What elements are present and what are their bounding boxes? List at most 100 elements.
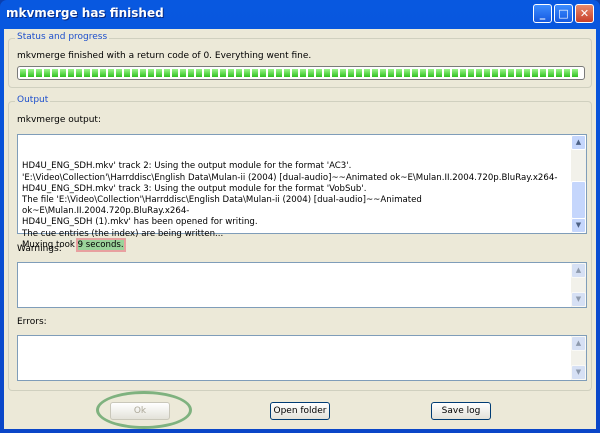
progress-segment (356, 69, 362, 77)
progress-segment (108, 69, 114, 77)
progress-segment (132, 69, 138, 77)
progress-segment (116, 69, 122, 77)
status-message: mkvmerge finished with a return code of … (17, 51, 312, 61)
progress-segment (308, 69, 314, 77)
progress-segment (476, 69, 482, 77)
save-log-button[interactable]: Save log (431, 402, 491, 420)
status-group: Status and progress mkvmerge finished wi… (8, 32, 592, 88)
progress-segment (572, 69, 578, 77)
progress-segment (364, 69, 370, 77)
progress-segment (68, 69, 74, 77)
progress-segment (548, 69, 554, 77)
highlighted-duration: 9 seconds. (77, 239, 124, 250)
dialog-window: mkvmerge has finished _ □ ✕ Status and p… (0, 0, 600, 433)
progress-segment (244, 69, 250, 77)
progress-segment (84, 69, 90, 77)
warnings-label: Warnings: (17, 244, 62, 254)
progress-segment (412, 69, 418, 77)
progress-segment (460, 69, 466, 77)
progress-segment (276, 69, 282, 77)
output-textarea[interactable]: HD4U_ENG_SDH.mkv' track 2: Using the out… (17, 134, 587, 250)
progress-segment (492, 69, 498, 77)
progress-segment (268, 69, 274, 77)
progress-segment (372, 69, 378, 77)
progress-segment (420, 69, 426, 77)
progress-segment (60, 69, 66, 77)
progress-segment (516, 69, 522, 77)
progress-segment (20, 69, 26, 77)
progress-segment (76, 69, 82, 77)
progress-segment (124, 69, 130, 77)
output-line: HD4U_ENG_SDH (1).mkv' has been opened fo… (22, 217, 258, 228)
output-group: Output mkvmerge output: HD4U_ENG_SDH.mkv… (8, 95, 592, 391)
close-button[interactable]: ✕ (575, 4, 594, 23)
maximize-button[interactable]: □ (554, 4, 573, 23)
progress-segment (36, 69, 42, 77)
output-line: HD4U_ENG_SDH.mkv' track 2: Using the out… (22, 161, 352, 172)
scroll-down-button[interactable]: ▼ (571, 218, 586, 233)
output-scrollbar[interactable]: ▲ ▼ (571, 135, 586, 233)
progress-segment (252, 69, 258, 77)
progress-segment (100, 69, 106, 77)
progress-segment (148, 69, 154, 77)
progress-segment (532, 69, 538, 77)
progress-segment (220, 69, 226, 77)
scroll-thumb[interactable] (571, 181, 586, 219)
progress-segment (52, 69, 58, 77)
scroll-up-button[interactable]: ▲ (571, 135, 586, 150)
errors-label: Errors: (17, 317, 47, 327)
progress-segment (380, 69, 386, 77)
errors-textarea[interactable]: ▲ ▼ (17, 335, 587, 381)
progress-segment (28, 69, 34, 77)
status-group-label: Status and progress (15, 32, 110, 42)
progress-segment (428, 69, 434, 77)
progress-segment (228, 69, 234, 77)
progress-segment (92, 69, 98, 77)
progress-segment (284, 69, 290, 77)
progress-bar (17, 66, 585, 80)
progress-segment (156, 69, 162, 77)
progress-segment (316, 69, 322, 77)
progress-segment (44, 69, 50, 77)
progress-segment (300, 69, 306, 77)
progress-segment (404, 69, 410, 77)
output-line: 'E:\Video\Collection'\Harrddisc\English … (22, 172, 558, 183)
warnings-scrollbar[interactable]: ▲ ▼ (571, 263, 586, 307)
progress-segment (180, 69, 186, 77)
ok-button[interactable]: Ok (110, 402, 170, 420)
progress-segment (348, 69, 354, 77)
progress-segment (172, 69, 178, 77)
progress-segment (332, 69, 338, 77)
errors-scrollbar[interactable]: ▲ ▼ (571, 336, 586, 380)
output-label: mkvmerge output: (17, 115, 101, 125)
minimize-button[interactable]: _ (533, 4, 552, 23)
progress-segment (556, 69, 562, 77)
progress-segment (500, 69, 506, 77)
progress-segment (140, 69, 146, 77)
progress-segment (436, 69, 442, 77)
progress-segment (444, 69, 450, 77)
output-line: The cue entries (the index) are being wr… (22, 228, 224, 239)
warnings-textarea[interactable]: ▲ ▼ (17, 262, 587, 308)
progress-segment (508, 69, 514, 77)
progress-segment (164, 69, 170, 77)
progress-segment (188, 69, 194, 77)
progress-segment (204, 69, 210, 77)
window-title: mkvmerge has finished (6, 6, 164, 20)
output-group-label: Output (15, 95, 51, 105)
output-line: Muxing took 9 seconds. (22, 239, 124, 250)
progress-segment (260, 69, 266, 77)
progress-segment (236, 69, 242, 77)
progress-segment (540, 69, 546, 77)
progress-segment (212, 69, 218, 77)
progress-segment (324, 69, 330, 77)
progress-segment (396, 69, 402, 77)
open-folder-button[interactable]: Open folder (270, 402, 330, 420)
dialog-body: Status and progress mkvmerge finished wi… (4, 29, 596, 429)
progress-segment (524, 69, 530, 77)
progress-segment (388, 69, 394, 77)
progress-segment (564, 69, 570, 77)
progress-segment (292, 69, 298, 77)
output-line: The file 'E:\Video\Collection'\Harrddisc… (22, 195, 425, 217)
progress-segment (484, 69, 490, 77)
